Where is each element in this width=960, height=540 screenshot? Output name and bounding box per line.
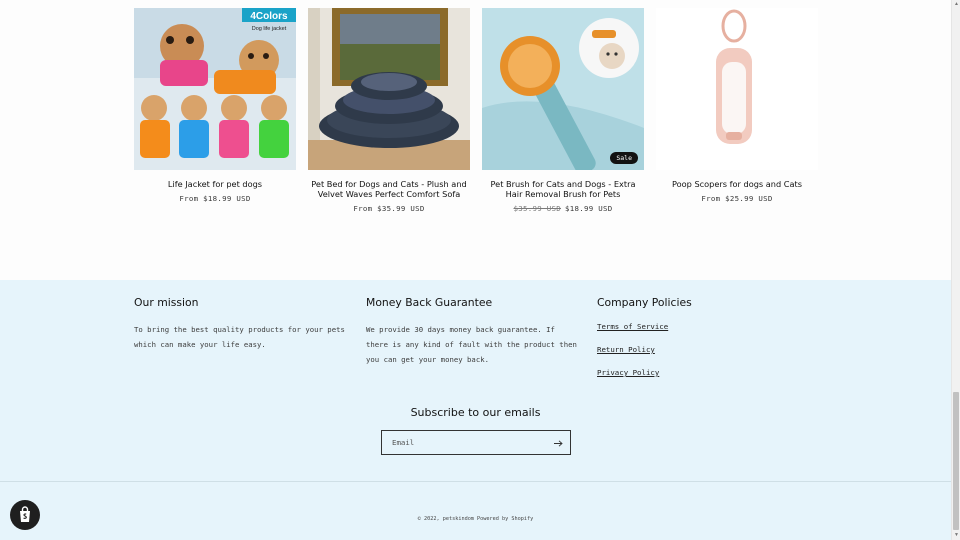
guarantee-text: We provide 30 days money back guarantee.…	[366, 325, 577, 364]
product-image[interactable]: Sale	[482, 8, 644, 170]
shopify-bag-icon[interactable]	[10, 500, 40, 530]
footer-guarantee: Money Back Guarantee We provide 30 days …	[366, 296, 581, 367]
product-title[interactable]: Pet Brush for Cats and Dogs - Extra Hair…	[482, 179, 644, 199]
poop-scooper-image	[656, 8, 818, 170]
product-price: $35.99 USD $18.99 USD	[514, 204, 613, 213]
footer-divider	[0, 481, 951, 482]
compare-price: $35.99 USD	[513, 204, 561, 213]
product-card[interactable]: Pet Bed for Dogs and Cats - Plush and Ve…	[308, 8, 470, 213]
page-viewport: 4Colors Dog life jacket Life Jacket for …	[0, 0, 951, 540]
site-footer: Our mission To bring the best quality pr…	[0, 280, 951, 540]
newsletter: Subscribe to our emails	[0, 406, 951, 419]
scrollbar[interactable]: ▲ ▼	[951, 0, 960, 540]
svg-text:Dog life jacket: Dog life jacket	[252, 26, 287, 32]
product-image[interactable]	[656, 8, 818, 170]
product-title[interactable]: Life Jacket for pet dogs	[166, 179, 264, 189]
email-form	[381, 430, 571, 455]
sale-price: $18.99 USD	[565, 204, 613, 213]
scroll-thumb[interactable]	[953, 392, 959, 530]
product-card[interactable]: Poop Scopers for dogs and Cats From $25.…	[656, 8, 818, 213]
product-title[interactable]: Pet Bed for Dogs and Cats - Plush and Ve…	[308, 179, 470, 199]
product-grid: 4Colors Dog life jacket Life Jacket for …	[134, 8, 824, 213]
product-title[interactable]: Poop Scopers for dogs and Cats	[670, 179, 804, 189]
policies-heading: Company Policies	[597, 296, 692, 309]
mission-heading: Our mission	[134, 296, 199, 309]
product-card[interactable]: Sale Pet Brush for Cats and Dogs - Extra…	[482, 8, 644, 213]
email-input[interactable]	[382, 431, 542, 454]
product-price: From $18.99 USD	[179, 194, 251, 203]
arrow-right-icon[interactable]	[550, 435, 566, 451]
life-jacket-image: 4Colors Dog life jacket	[134, 8, 296, 170]
scroll-down-icon[interactable]: ▼	[952, 531, 960, 540]
product-price: From $25.99 USD	[701, 194, 773, 203]
mission-text: To bring the best quality products for y…	[134, 325, 345, 349]
footer-mission: Our mission To bring the best quality pr…	[134, 296, 349, 352]
terms-of-service-link[interactable]: Terms of Service	[597, 322, 812, 331]
privacy-policy-link[interactable]: Privacy Policy	[597, 368, 812, 377]
pet-bed-image	[308, 8, 470, 170]
subscribe-heading: Subscribe to our emails	[410, 406, 541, 419]
product-image[interactable]: 4Colors Dog life jacket	[134, 8, 296, 170]
product-price: From $35.99 USD	[353, 204, 425, 213]
copyright-text: © 2022, petskindom Powered by Shopify	[417, 516, 534, 522]
footer-policies: Company Policies Terms of Service Return…	[597, 296, 812, 391]
scroll-up-icon[interactable]: ▲	[952, 0, 960, 9]
product-card[interactable]: 4Colors Dog life jacket Life Jacket for …	[134, 8, 296, 213]
guarantee-heading: Money Back Guarantee	[366, 296, 493, 309]
return-policy-link[interactable]: Return Policy	[597, 345, 812, 354]
sale-badge: Sale	[610, 152, 638, 164]
pet-brush-image	[482, 8, 644, 170]
image-badge-text: 4Colors	[250, 11, 288, 22]
product-image[interactable]	[308, 8, 470, 170]
